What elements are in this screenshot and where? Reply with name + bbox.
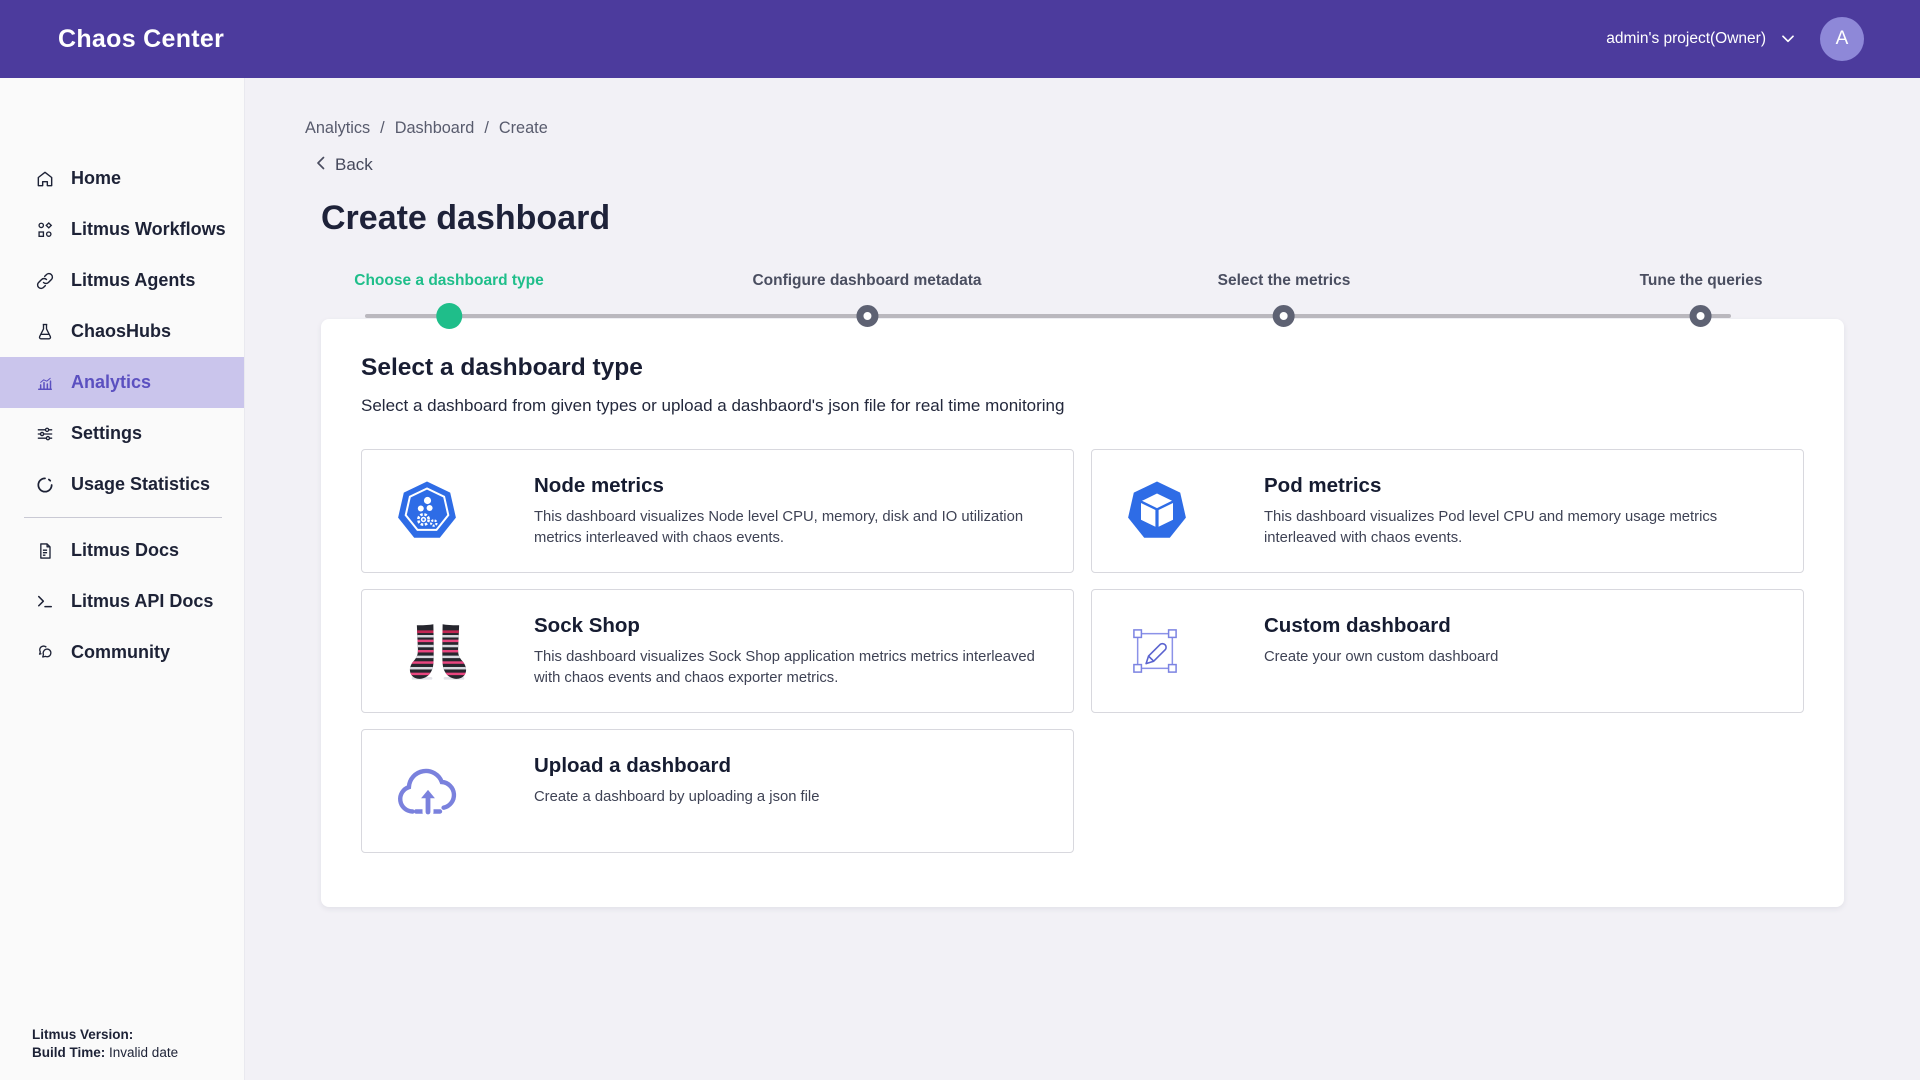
main-content: Analytics / Dashboard / Create Back Crea… (245, 78, 1920, 1080)
home-icon (35, 169, 55, 189)
option-card-pod-metrics[interactable]: Pod metrics This dashboard visualizes Po… (1091, 449, 1804, 573)
usage-statistics-icon (35, 475, 55, 495)
app-title: Chaos Center (58, 25, 224, 54)
build-time-label: Build Time: (32, 1045, 105, 1060)
sidebar-nav-primary: Home Litmus Workflows Litmus Agents Chao… (0, 153, 244, 510)
chevron-down-icon (1782, 35, 1794, 43)
breadcrumb-item-analytics[interactable]: Analytics / (305, 119, 395, 138)
build-time-value: Invalid date (109, 1045, 178, 1060)
stepper: Choose a dashboard type Configure dashbo… (321, 267, 1844, 319)
step-choose-a-dashboard-type: Choose a dashboard type (354, 271, 543, 329)
project-switcher[interactable]: admin's project(Owner) (1606, 30, 1794, 48)
docs-icon (35, 541, 55, 561)
panel-subtitle: Select a dashboard from given types or u… (361, 396, 1804, 416)
panel-title: Select a dashboard type (361, 354, 1804, 382)
api-docs-icon (35, 592, 55, 612)
chaoshubs-icon (35, 322, 55, 342)
sidebar-nav-secondary: Litmus Docs Litmus API Docs Community (0, 525, 244, 678)
step-dot (1690, 305, 1712, 327)
page-title: Create dashboard (321, 197, 1844, 239)
sidebar-item-litmus-docs[interactable]: Litmus Docs (0, 525, 244, 576)
kubernetes-pod-icon (1092, 450, 1264, 572)
sidebar-item-community[interactable]: Community (0, 627, 244, 678)
breadcrumb: Analytics / Dashboard / Create (305, 119, 1844, 138)
option-card-sock-shop[interactable]: Sock Shop This dashboard visualizes Sock… (361, 589, 1074, 713)
settings-icon (35, 424, 55, 444)
sidebar-item-analytics[interactable]: Analytics (0, 357, 244, 408)
option-card-custom-dashboard[interactable]: Custom dashboard Create your own custom … (1091, 589, 1804, 713)
analytics-icon (35, 373, 55, 393)
back-label: Back (335, 155, 373, 175)
step-dot (436, 303, 462, 329)
avatar[interactable]: A (1820, 17, 1864, 61)
dashboard-type-options: Node metrics This dashboard visualizes N… (361, 449, 1804, 853)
chaos-center-app: Chaos Center admin's project(Owner) A Ho… (0, 0, 1920, 1080)
breadcrumb-item-create: Create (499, 119, 548, 138)
sidebar-item-litmus-workflows[interactable]: Litmus Workflows (0, 204, 244, 255)
option-card-node-metrics[interactable]: Node metrics This dashboard visualizes N… (361, 449, 1074, 573)
breadcrumb-separator: / (484, 119, 489, 138)
sock-shop-icon (362, 590, 534, 712)
workflows-icon (35, 220, 55, 240)
custom-dashboard-icon (1092, 590, 1264, 712)
step-select-the-metrics: Select the metrics (1218, 271, 1351, 327)
step-tune-the-queries: Tune the queries (1640, 271, 1763, 327)
litmus-version-label: Litmus Version: (32, 1027, 133, 1042)
agents-icon (35, 271, 55, 291)
project-label: admin's project(Owner) (1606, 30, 1766, 48)
step-dot (856, 305, 878, 327)
breadcrumb-separator: / (380, 119, 385, 138)
chevron-left-icon (316, 155, 325, 175)
top-header: Chaos Center admin's project(Owner) A (0, 0, 1920, 78)
back-button[interactable]: Back (316, 155, 373, 175)
step-configure-dashboard-metadata: Configure dashboard metadata (752, 271, 981, 327)
topbar-right: admin's project(Owner) A (1606, 17, 1864, 61)
sidebar-divider (24, 517, 222, 518)
sidebar: Home Litmus Workflows Litmus Agents Chao… (0, 78, 245, 1080)
stepper-connector (365, 314, 1731, 318)
avatar-letter: A (1836, 28, 1849, 50)
step-dot (1273, 305, 1295, 327)
sidebar-item-settings[interactable]: Settings (0, 408, 244, 459)
sidebar-item-litmus-api-docs[interactable]: Litmus API Docs (0, 576, 244, 627)
sidebar-item-usage-statistics[interactable]: Usage Statistics (0, 459, 244, 510)
breadcrumb-item-dashboard[interactable]: Dashboard / (395, 119, 499, 138)
upload-cloud-icon (362, 730, 534, 852)
sidebar-footer: Litmus Version: Build Time: Invalid date (32, 1026, 178, 1062)
sidebar-item-chaoshubs[interactable]: ChaosHubs (0, 306, 244, 357)
kubernetes-node-icon (362, 450, 534, 572)
sidebar-item-litmus-agents[interactable]: Litmus Agents (0, 255, 244, 306)
dashboard-type-panel: Select a dashboard type Select a dashboa… (321, 319, 1844, 907)
sidebar-item-home[interactable]: Home (0, 153, 244, 204)
option-card-upload-a-dashboard[interactable]: Upload a dashboard Create a dashboard by… (361, 729, 1074, 853)
community-icon (35, 643, 55, 663)
